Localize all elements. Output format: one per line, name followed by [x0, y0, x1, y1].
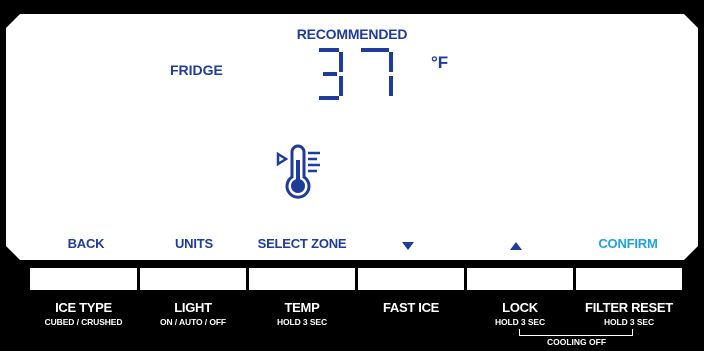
light-label: LIGHT	[174, 300, 212, 315]
fast-ice-label: FAST ICE	[382, 300, 440, 315]
temp-sublabel: HOLD 3 SEC	[276, 317, 327, 327]
units-softkey[interactable]: UNITS	[158, 236, 230, 256]
lock-sublabel: HOLD 3 SEC	[494, 317, 545, 327]
ice-type-sublabel: CUBED / CRUSHED	[44, 317, 123, 327]
cooling-off-label: COOLING OFF	[546, 337, 607, 347]
ice-type-button[interactable]	[30, 268, 137, 290]
triangle-down-icon[interactable]	[401, 239, 415, 253]
temperature-readout	[319, 48, 393, 100]
fast-ice-button[interactable]	[358, 268, 464, 290]
triangle-up-icon[interactable]	[509, 239, 523, 253]
filter-reset-label: FILTER RESET	[585, 300, 673, 315]
lock-label: LOCK	[502, 300, 538, 315]
select-zone-softkey[interactable]: SELECT ZONE	[246, 236, 358, 256]
confirm-softkey[interactable]: CONFIRM	[580, 236, 676, 256]
zone-label: FRIDGE	[170, 62, 223, 78]
refrigerator-control-panel: RECOMMENDED FRIDGE 37 °F	[0, 0, 704, 351]
filter-reset-sublabel: HOLD 3 SEC	[603, 317, 654, 327]
lock-button[interactable]	[467, 268, 573, 290]
ice-type-label: ICE TYPE	[55, 300, 112, 315]
back-softkey[interactable]: BACK	[50, 236, 122, 256]
light-button[interactable]	[140, 268, 246, 290]
thermometer-cooling-icon	[276, 144, 320, 199]
filter-reset-button[interactable]	[576, 268, 682, 290]
cooling-off-bracket	[519, 329, 633, 336]
unit-label: °F	[431, 53, 449, 72]
temp-label: TEMP	[284, 300, 320, 315]
temp-button[interactable]	[249, 268, 355, 290]
recommended-label: RECOMMENDED	[296, 26, 408, 42]
light-sublabel: ON / AUTO / OFF	[159, 317, 227, 327]
